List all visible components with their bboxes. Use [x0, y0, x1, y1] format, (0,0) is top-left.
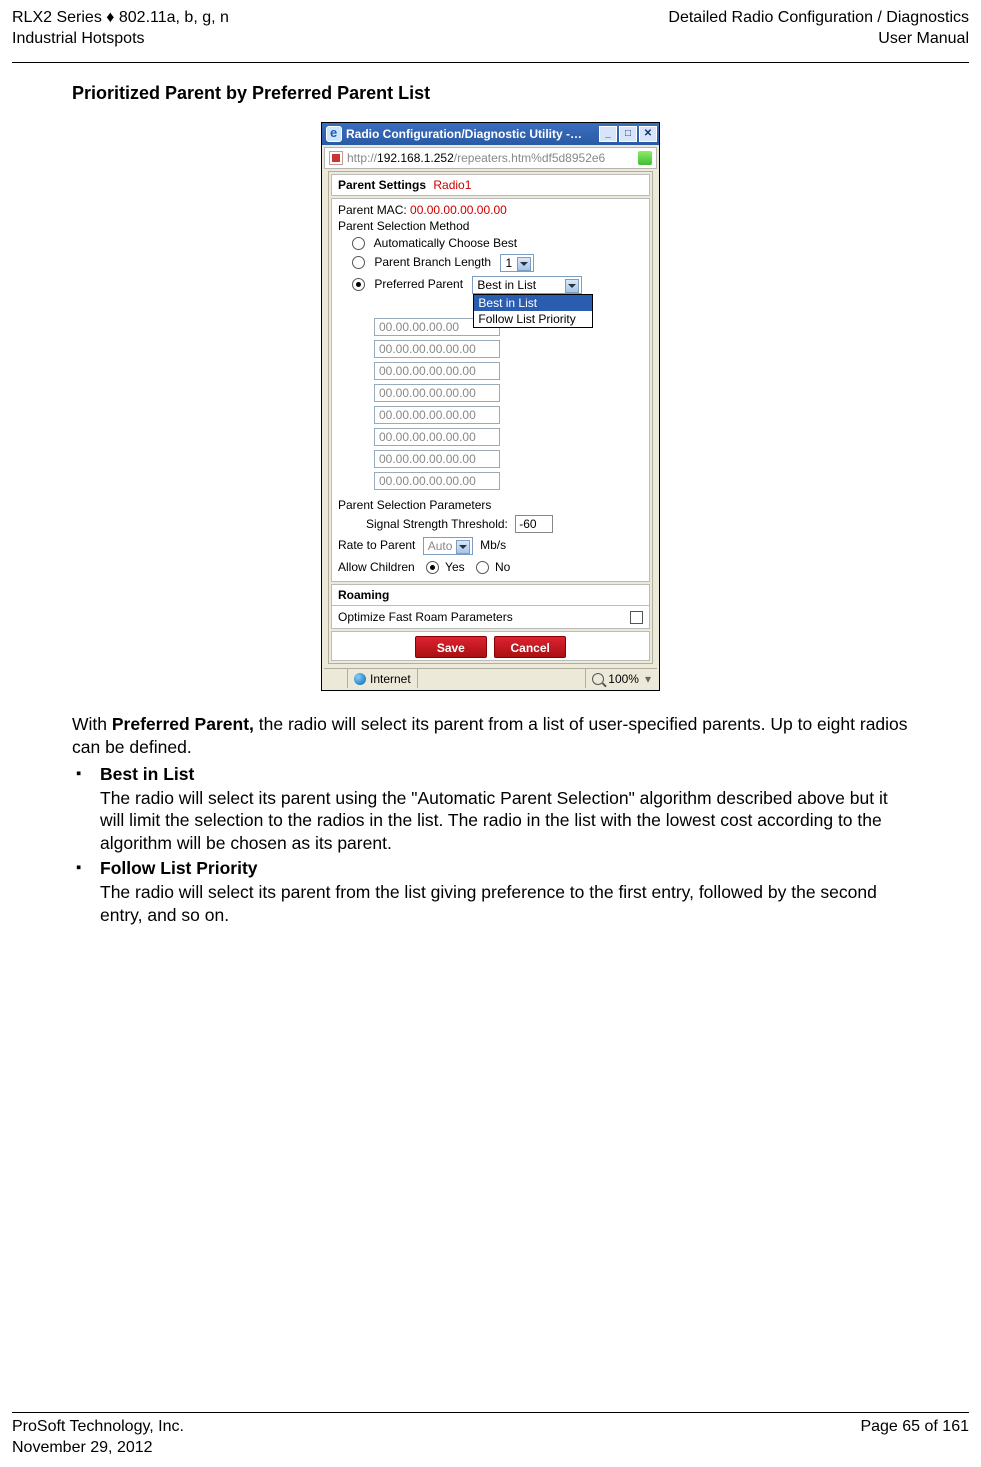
- mac-input-3[interactable]: 00.00.00.00.00.00: [374, 384, 500, 402]
- preferred-parent-select[interactable]: Best in List Best in List Follow List Pr…: [472, 276, 582, 294]
- bullet-title-0: Best in List: [100, 764, 909, 785]
- roaming-checkbox[interactable]: [630, 611, 643, 624]
- bullet-body-0: The radio will select its parent using t…: [100, 787, 909, 854]
- status-internet: Internet: [370, 672, 411, 686]
- header-left-1: RLX2 Series ♦ 802.11a, b, g, n: [12, 8, 229, 29]
- allow-children-no[interactable]: [476, 561, 489, 574]
- cancel-button[interactable]: Cancel: [494, 636, 566, 658]
- zoom-chevron-icon[interactable]: ▾: [645, 672, 651, 686]
- radio-preferred-parent[interactable]: [352, 278, 365, 291]
- radio-branch-length-label: Parent Branch Length: [374, 255, 491, 269]
- no-label: No: [495, 560, 510, 574]
- mac-value-3: 00.00.00.00.00.00: [379, 386, 476, 400]
- roaming-header: Roaming: [331, 584, 650, 606]
- preferred-parent-dropdown[interactable]: Best in List Follow List Priority: [473, 294, 593, 328]
- selection-method-label: Parent Selection Method: [338, 219, 643, 233]
- ie-icon: [326, 126, 342, 142]
- radio-branch-length[interactable]: [352, 256, 365, 269]
- url-scheme: http://: [347, 151, 377, 165]
- mac-input-7[interactable]: 00.00.00.00.00.00: [374, 472, 500, 490]
- config-screenshot: Radio Configuration/Diagnostic Utility -…: [321, 122, 660, 692]
- go-button-icon[interactable]: [638, 151, 652, 165]
- mac-value-1: 00.00.00.00.00.00: [379, 342, 476, 356]
- bullet-title-1: Follow List Priority: [100, 858, 909, 879]
- branch-length-select[interactable]: 1: [500, 254, 534, 272]
- mac-input-4[interactable]: 00.00.00.00.00.00: [374, 406, 500, 424]
- parent-settings-header: Parent Settings Radio1: [331, 174, 650, 196]
- footer-left-1: ProSoft Technology, Inc.: [12, 1417, 184, 1438]
- mac-input-6[interactable]: 00.00.00.00.00.00: [374, 450, 500, 468]
- intro-paragraph: With Preferred Parent, the radio will se…: [72, 713, 909, 758]
- parent-mac-label: Parent MAC:: [338, 203, 407, 217]
- allow-children-yes[interactable]: [426, 561, 439, 574]
- url-ip: 192.168.1.252: [377, 151, 454, 165]
- branch-length-value: 1: [505, 256, 512, 270]
- window-minimize-button[interactable]: _: [599, 126, 617, 142]
- sst-value: -60: [519, 517, 536, 531]
- radio-auto-best-label: Automatically Choose Best: [374, 236, 517, 250]
- bullet-best-in-list: Best in List The radio will select its p…: [72, 764, 909, 854]
- mac-value-0: 00.00.00.00.00: [379, 320, 459, 334]
- zoom-icon: [592, 673, 604, 685]
- bullet-follow-list: Follow List Priority The radio will sele…: [72, 858, 909, 926]
- address-bar[interactable]: http://192.168.1.252/repeaters.htm%df5d8…: [324, 147, 657, 169]
- window-maximize-button[interactable]: □: [619, 126, 637, 142]
- url-path: /repeaters.htm%df5d8952e6: [454, 151, 605, 165]
- internet-icon: [354, 673, 366, 685]
- footer-right-1: Page 65 of 161: [860, 1417, 969, 1438]
- parent-mac-row: Parent MAC: 00.00.00.00.00.00: [338, 203, 643, 217]
- selection-params-label: Parent Selection Parameters: [338, 498, 643, 512]
- footer-rule: [12, 1412, 969, 1413]
- radio-auto-best[interactable]: [352, 237, 365, 250]
- radio-name: Radio1: [433, 178, 471, 192]
- dropdown-opt-best[interactable]: Best in List: [474, 295, 592, 311]
- page-header: RLX2 Series ♦ 802.11a, b, g, n Industria…: [0, 0, 981, 60]
- section-title: Prioritized Parent by Preferred Parent L…: [72, 83, 909, 104]
- intro-strong: Preferred Parent,: [112, 714, 254, 734]
- parent-settings-label: Parent Settings: [338, 178, 426, 192]
- rate-label: Rate to Parent: [338, 538, 415, 552]
- mac-value-6: 00.00.00.00.00.00: [379, 452, 476, 466]
- intro-pre: With: [72, 714, 112, 734]
- parent-mac-value: 00.00.00.00.00.00: [410, 203, 507, 217]
- favicon-icon: [329, 151, 343, 165]
- page-footer: ProSoft Technology, Inc. November 29, 20…: [0, 1402, 981, 1467]
- sst-input[interactable]: -60: [515, 515, 553, 533]
- zoom-value: 100%: [608, 672, 639, 686]
- allow-children-label: Allow Children: [338, 560, 415, 574]
- mac-value-5: 00.00.00.00.00.00: [379, 430, 476, 444]
- footer-left-2: November 29, 2012: [12, 1438, 184, 1459]
- mac-value-4: 00.00.00.00.00.00: [379, 408, 476, 422]
- window-close-button[interactable]: ✕: [639, 126, 657, 142]
- header-right-2: User Manual: [668, 29, 969, 50]
- mac-value-7: 00.00.00.00.00.00: [379, 474, 476, 488]
- roaming-opt-label: Optimize Fast Roam Parameters: [338, 610, 513, 624]
- mac-input-5[interactable]: 00.00.00.00.00.00: [374, 428, 500, 446]
- save-button[interactable]: Save: [415, 636, 487, 658]
- sst-label: Signal Strength Threshold:: [366, 517, 508, 531]
- header-left-2: Industrial Hotspots: [12, 29, 229, 50]
- mac-input-1[interactable]: 00.00.00.00.00.00: [374, 340, 500, 358]
- radio-preferred-parent-label: Preferred Parent: [374, 277, 463, 291]
- mac-value-2: 00.00.00.00.00.00: [379, 364, 476, 378]
- rate-value: Auto: [428, 539, 453, 553]
- status-bar: Internet 100% ▾: [324, 668, 657, 688]
- header-right-1: Detailed Radio Configuration / Diagnosti…: [668, 8, 969, 29]
- bullet-body-1: The radio will select its parent from th…: [100, 881, 909, 926]
- rate-unit: Mb/s: [480, 538, 506, 552]
- window-titlebar[interactable]: Radio Configuration/Diagnostic Utility -…: [322, 123, 659, 145]
- mac-input-2[interactable]: 00.00.00.00.00.00: [374, 362, 500, 380]
- window-title: Radio Configuration/Diagnostic Utility -…: [346, 127, 582, 141]
- preferred-parent-value: Best in List: [477, 278, 536, 292]
- dropdown-opt-follow[interactable]: Follow List Priority: [474, 311, 592, 327]
- rate-select[interactable]: Auto: [423, 537, 473, 555]
- yes-label: Yes: [445, 560, 465, 574]
